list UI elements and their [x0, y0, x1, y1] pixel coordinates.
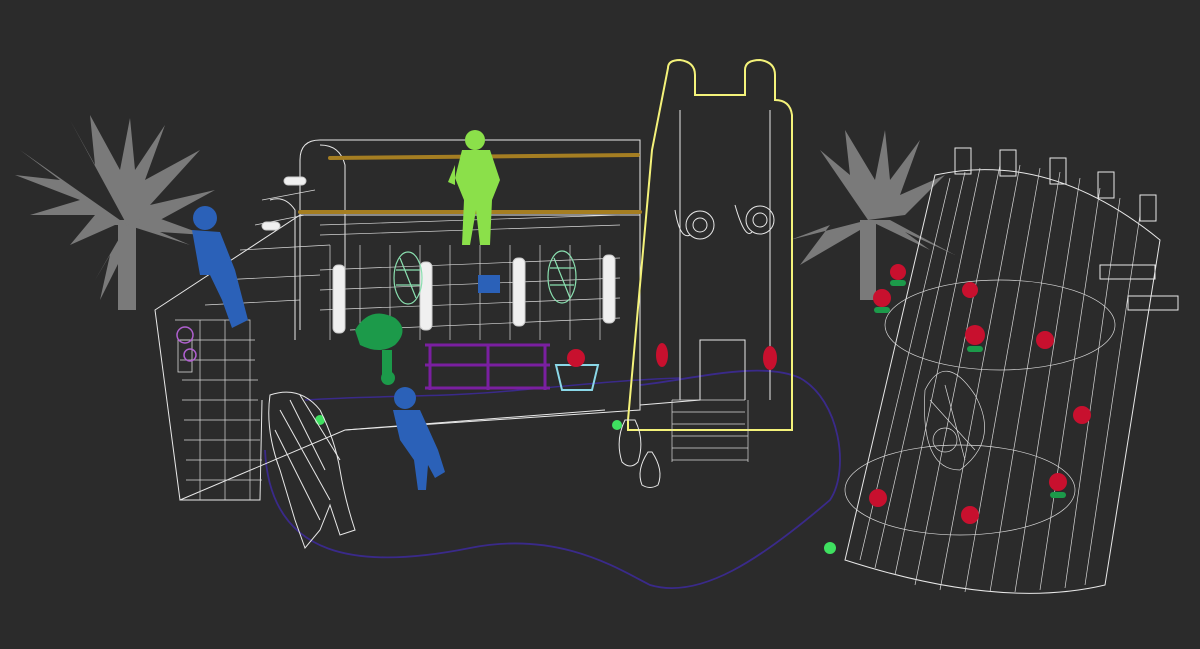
blue-box-stage[interactable] — [478, 275, 500, 293]
figure-green-standing[interactable] — [448, 130, 500, 245]
lattice-lantern-right[interactable] — [547, 250, 577, 304]
stage-wireframe[interactable] — [154, 139, 641, 501]
green-tree-small[interactable] — [355, 313, 403, 385]
viewport-scene — [15, 58, 1179, 594]
animal-wireframe[interactable] — [268, 391, 356, 549]
spline-path[interactable] — [264, 369, 841, 590]
palm-tree-right[interactable] — [790, 130, 955, 300]
red-lanterns-slide[interactable] — [656, 343, 777, 370]
purple-bench[interactable] — [425, 343, 550, 390]
palm-tree-left[interactable] — [15, 115, 215, 310]
green-markers[interactable] — [315, 415, 836, 554]
flower-pot-left[interactable] — [176, 326, 197, 373]
selected-slide-tower[interactable] — [627, 58, 793, 462]
3d-viewport[interactable] — [0, 0, 1200, 649]
figure-blue-left[interactable] — [192, 206, 248, 328]
lattice-lantern-left[interactable] — [393, 251, 423, 305]
figure-blue-center[interactable] — [393, 387, 445, 490]
